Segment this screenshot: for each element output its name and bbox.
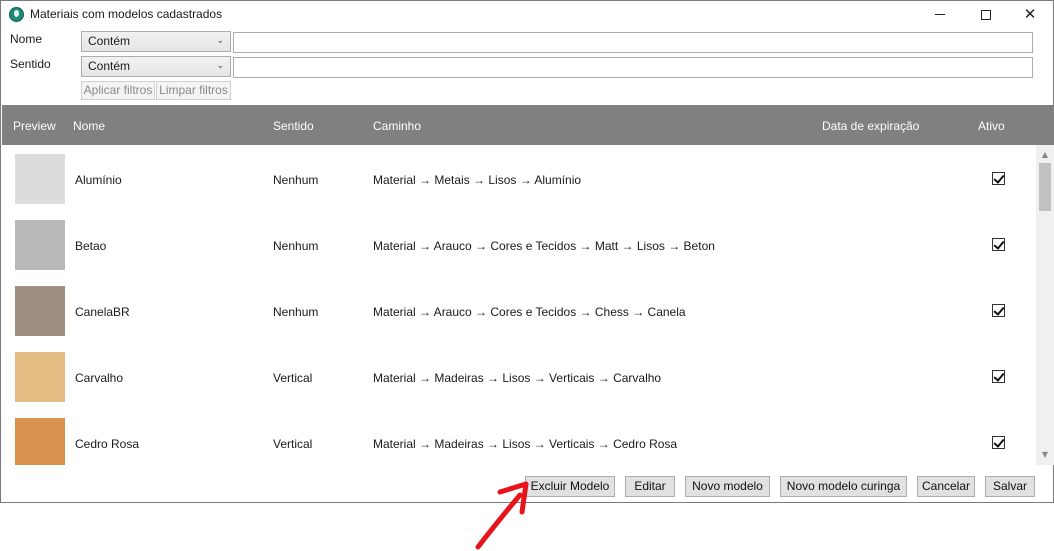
ativo-checkbox[interactable] — [992, 370, 1005, 383]
ativo-checkbox[interactable] — [992, 436, 1005, 449]
column-header-nome[interactable]: Nome — [73, 119, 105, 133]
edit-button[interactable]: Editar — [625, 476, 675, 497]
cell-sentido: Nenhum — [273, 305, 319, 319]
column-header-caminho[interactable]: Caminho — [373, 119, 421, 133]
cell-nome: Carvalho — [75, 371, 124, 385]
nome-operator-select[interactable]: Contém ⌄ — [81, 31, 231, 52]
column-header-preview[interactable]: Preview — [13, 119, 56, 133]
dialog-window: Materiais com modelos cadastrados ✕ Nome… — [0, 0, 1054, 503]
sentido-operator-select[interactable]: Contém ⌄ — [81, 56, 231, 77]
close-icon: ✕ — [1023, 5, 1037, 23]
minimize-button[interactable] — [917, 1, 963, 28]
cell-caminho: Material → Arauco → Cores e Tecidos → Ma… — [373, 239, 715, 253]
app-logo-icon — [9, 7, 24, 22]
filter-nome-label: Nome — [10, 32, 43, 46]
table-row[interactable]: Cedro Rosa Vertical Material → Madeiras … — [2, 409, 1036, 465]
clear-filters-button[interactable]: Limpar filtros — [156, 81, 231, 100]
table-row[interactable]: Alumínio Nenhum Material → Metais → Liso… — [2, 145, 1036, 211]
maximize-button[interactable] — [963, 1, 1009, 28]
table-row[interactable]: Carvalho Vertical Material → Madeiras → … — [2, 343, 1036, 409]
table-row[interactable]: Betao Nenhum Material → Arauco → Cores e… — [2, 211, 1036, 277]
title-bar: Materiais com modelos cadastrados ✕ — [1, 1, 1053, 28]
maximize-icon — [981, 9, 991, 20]
ativo-checkbox[interactable] — [992, 304, 1005, 317]
cell-sentido: Nenhum — [273, 173, 319, 187]
filter-sentido-label: Sentido — [10, 57, 51, 71]
minimize-icon — [935, 14, 945, 15]
sentido-operator-value: Contém — [88, 59, 131, 73]
cell-nome: Cedro Rosa — [75, 437, 140, 451]
sentido-filter-input[interactable] — [233, 57, 1033, 78]
new-model-button[interactable]: Novo modelo — [685, 476, 770, 497]
material-preview-thumbnail — [15, 352, 65, 402]
table-row[interactable]: CanelaBR Nenhum Material → Arauco → Core… — [2, 277, 1036, 343]
scroll-up-icon[interactable]: ▲ — [1036, 147, 1054, 163]
grid-header: Preview Nome Sentido Caminho Data de exp… — [2, 105, 1054, 145]
chevron-down-icon: ⌄ — [216, 61, 224, 71]
nome-operator-value: Contém — [88, 34, 131, 48]
column-header-ativo[interactable]: Ativo — [978, 119, 1005, 133]
material-preview-thumbnail — [15, 220, 65, 270]
cell-nome: CanelaBR — [75, 305, 130, 319]
cell-caminho: Material → Metais → Lisos → Alumínio — [373, 173, 582, 187]
annotation-arrow-icon — [475, 481, 529, 550]
material-preview-thumbnail — [15, 286, 65, 336]
cell-nome: Alumínio — [75, 173, 122, 187]
scrollbar-thumb[interactable] — [1039, 163, 1051, 211]
cell-sentido: Vertical — [273, 437, 313, 451]
cancel-button[interactable]: Cancelar — [917, 476, 975, 497]
vertical-scrollbar[interactable]: ▲ ▼ — [1036, 145, 1054, 465]
ativo-checkbox[interactable] — [992, 238, 1005, 251]
column-header-sentido[interactable]: Sentido — [273, 119, 314, 133]
save-button[interactable]: Salvar — [985, 476, 1035, 497]
materials-grid: Alumínio Nenhum Material → Metais → Liso… — [2, 145, 1036, 465]
new-wildcard-model-button[interactable]: Novo modelo curinga — [780, 476, 907, 497]
apply-filters-button[interactable]: Aplicar filtros — [81, 81, 155, 100]
window-title: Materiais com modelos cadastrados — [30, 7, 223, 21]
material-preview-thumbnail — [15, 418, 65, 465]
close-button[interactable]: ✕ — [1007, 1, 1053, 28]
column-header-data-expiracao[interactable]: Data de expiração — [822, 119, 919, 133]
material-preview-thumbnail — [15, 154, 65, 204]
chevron-down-icon: ⌄ — [216, 36, 224, 46]
cell-sentido: Nenhum — [273, 239, 319, 253]
nome-filter-input[interactable] — [233, 32, 1033, 53]
cell-caminho: Material → Madeiras → Lisos → Verticais … — [373, 437, 678, 451]
cell-caminho: Material → Madeiras → Lisos → Verticais … — [373, 371, 662, 385]
cell-nome: Betao — [75, 239, 107, 253]
cell-sentido: Vertical — [273, 371, 313, 385]
cell-caminho: Material → Arauco → Cores e Tecidos → Ch… — [373, 305, 686, 319]
ativo-checkbox[interactable] — [992, 172, 1005, 185]
scroll-down-icon[interactable]: ▼ — [1036, 447, 1054, 463]
